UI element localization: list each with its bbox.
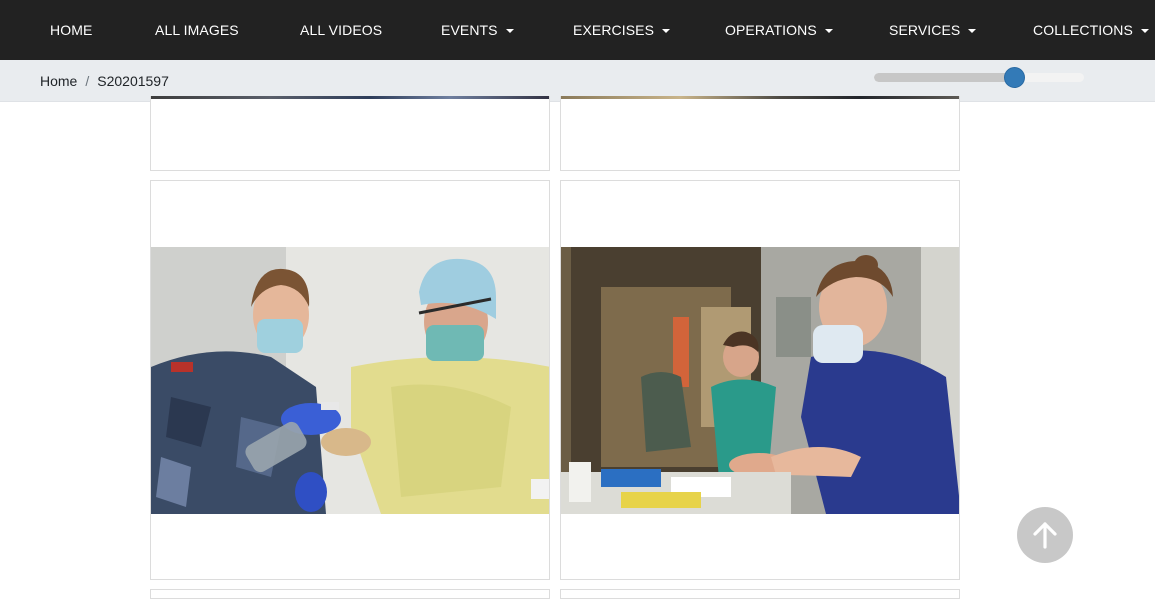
image-partial [151,96,549,99]
image-card-nurse-hand-sanitiser[interactable] [560,180,960,580]
nav-events-label: EVENTS [441,22,498,38]
zoom-slider-track[interactable] [874,73,1084,82]
nav-all-images[interactable]: ALL IMAGES [155,0,239,60]
photo-raaf-hand-sanitiser [151,247,549,514]
zoom-slider-thumb[interactable] [1004,67,1025,88]
image-card-top-right[interactable] [560,96,960,171]
breadcrumb-separator: / [85,73,90,89]
main-navbar: HOME ALL IMAGES ALL VIDEOS EVENTS EXERCI… [0,0,1155,60]
arrow-up-icon [1033,522,1057,549]
image-partial [561,96,959,99]
nav-collections-dropdown[interactable]: COLLECTIONS [1033,0,1149,60]
nav-exercises-dropdown[interactable]: EXERCISES [573,0,671,60]
nav-collections-label: COLLECTIONS [1033,22,1133,38]
nav-services-label: SERVICES [889,22,961,38]
breadcrumb-home-link[interactable]: Home [40,73,77,89]
caret-down-icon [1140,28,1149,33]
scroll-to-top-button[interactable] [1017,507,1073,563]
image-card-hand-sanitiser-raaf[interactable] [150,180,550,580]
photo-image [561,247,959,514]
photo-image [151,247,549,514]
breadcrumb-current: S20201597 [97,73,169,89]
nav-home-label: HOME [50,22,93,38]
nav-operations-dropdown[interactable]: OPERATIONS [725,0,833,60]
nav-exercises-label: EXERCISES [573,22,655,38]
nav-events-dropdown[interactable]: EVENTS [441,0,514,60]
caret-down-icon [968,28,977,33]
nav-all-images-label: ALL IMAGES [155,22,239,38]
photo-nurse-hand-sanitiser [561,247,959,514]
zoom-slider-fill [874,73,1015,82]
nav-services-dropdown[interactable]: SERVICES [889,0,977,60]
caret-down-icon [662,28,671,33]
caret-down-icon [505,28,514,33]
nav-operations-label: OPERATIONS [725,22,817,38]
caret-down-icon [824,28,833,33]
nav-all-videos-label: ALL VIDEOS [300,22,383,38]
nav-all-videos[interactable]: ALL VIDEOS [300,0,382,60]
nav-home[interactable]: HOME [50,0,92,60]
image-card-top-left[interactable] [150,96,550,171]
